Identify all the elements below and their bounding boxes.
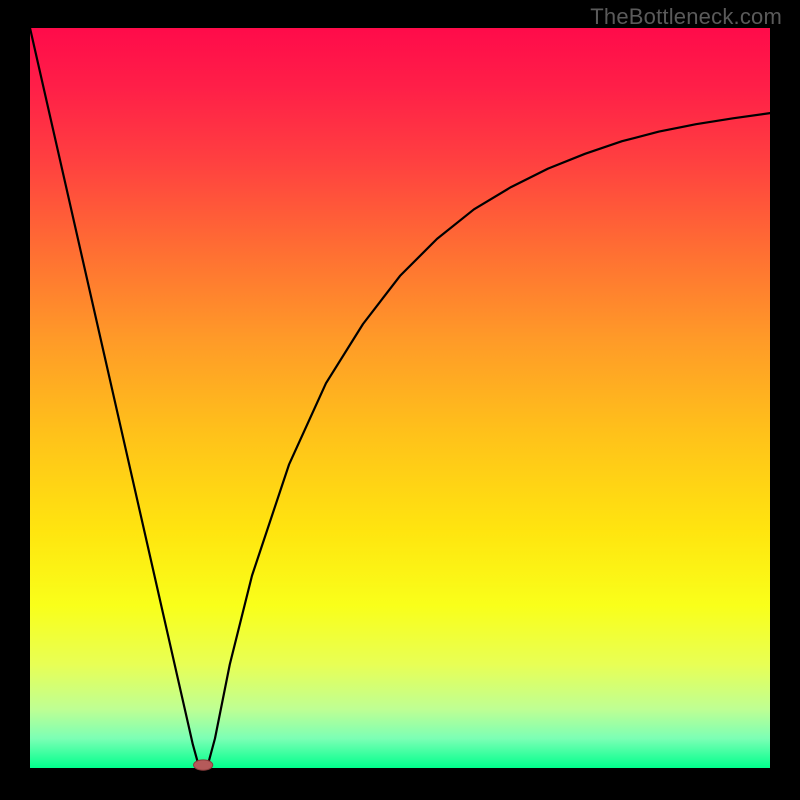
plot-svg: [30, 28, 770, 768]
curve-right-branch: [208, 113, 770, 766]
minimum-marker: [194, 760, 213, 770]
watermark-text: TheBottleneck.com: [590, 4, 782, 30]
curve-left-branch: [30, 28, 199, 766]
